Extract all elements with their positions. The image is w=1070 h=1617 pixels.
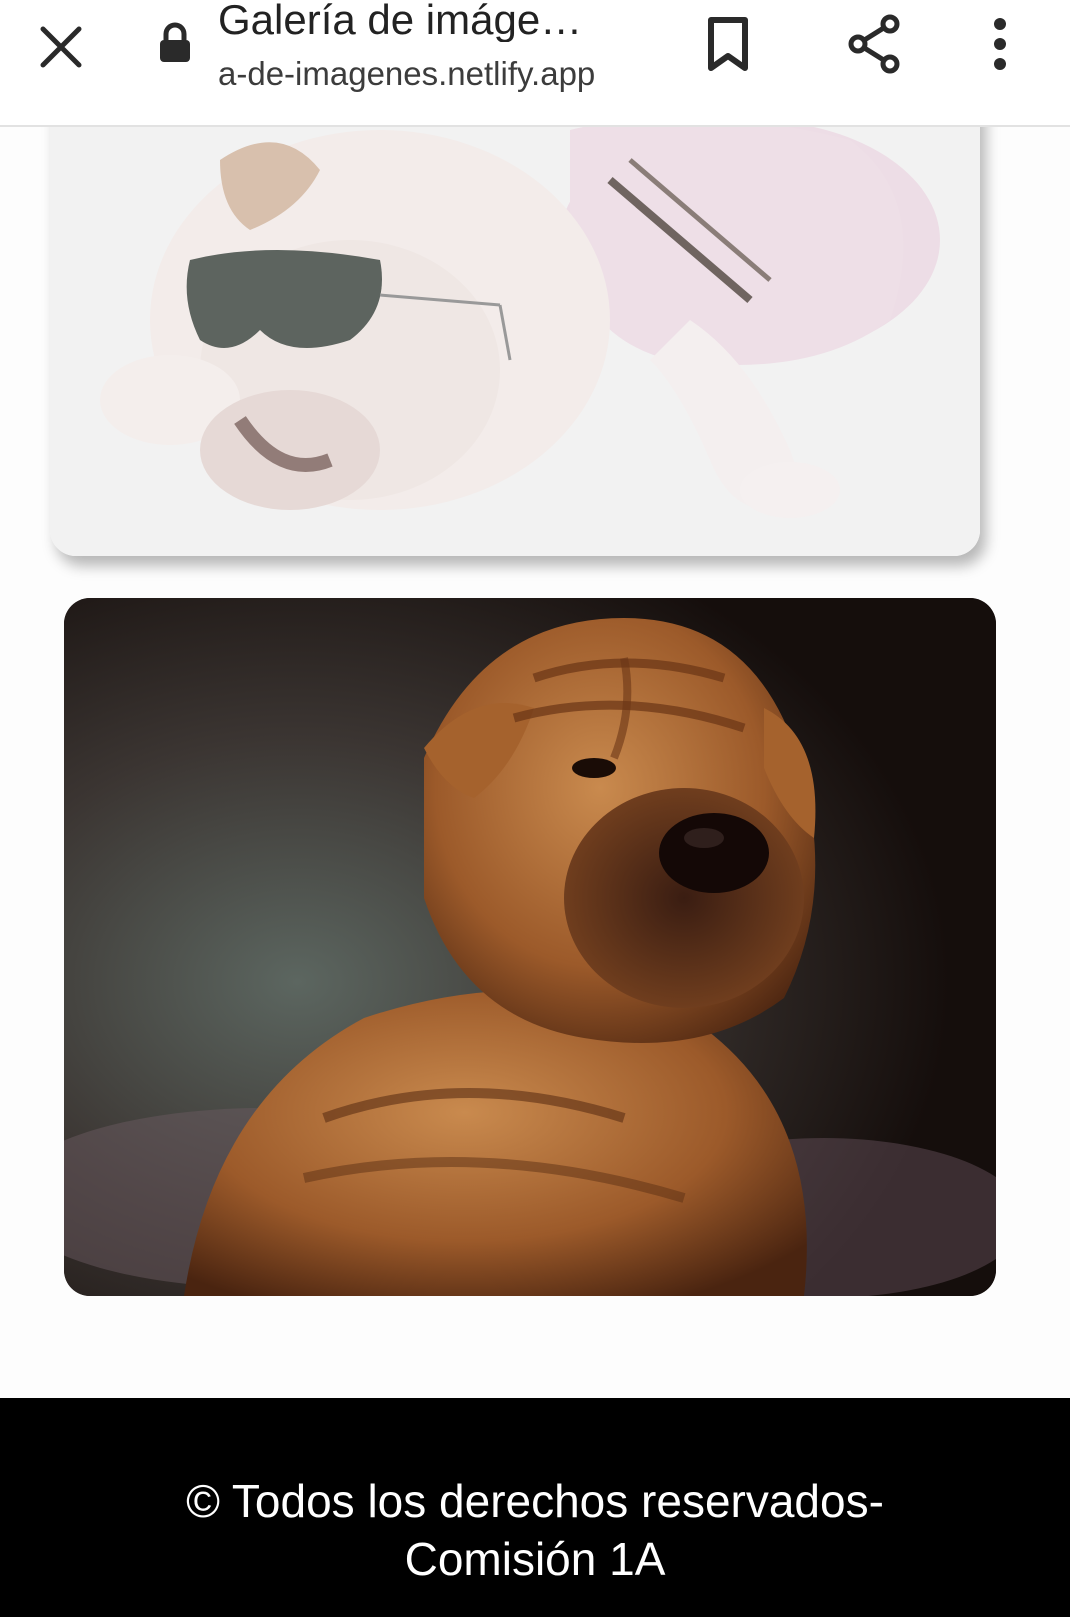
close-button[interactable] — [26, 12, 96, 82]
bookmark-button[interactable] — [690, 6, 766, 82]
url-text[interactable]: a-de-imagenes.netlify.app — [218, 54, 658, 94]
close-icon — [40, 26, 82, 68]
page-title: Galería de imáge… — [218, 0, 583, 42]
bulldog-photo — [50, 60, 980, 556]
more-options-button[interactable] — [968, 6, 1032, 82]
footer-copyright-line1: © Todos los derechos reservados- — [186, 1475, 884, 1527]
gallery-image-bulldog[interactable] — [50, 60, 980, 556]
bookmark-icon — [708, 17, 748, 71]
more-vertical-icon — [994, 18, 1006, 70]
lock-icon — [152, 20, 198, 66]
footer-copyright: © Todos los derechos reservados- Comisió… — [0, 1472, 1070, 1588]
page: Galería de imáge… a-de-imagenes.netlify.… — [0, 0, 1070, 1617]
browser-toolbar: Galería de imáge… a-de-imagenes.netlify.… — [0, 0, 1070, 127]
share-button[interactable] — [836, 6, 912, 82]
footer: © Todos los derechos reservados- Comisió… — [0, 1398, 1070, 1617]
gallery-image-sharpei[interactable] — [64, 598, 996, 1296]
share-icon — [848, 14, 900, 74]
footer-copyright-line2: Comisión 1A — [404, 1533, 666, 1585]
sharpei-photo — [64, 598, 996, 1296]
